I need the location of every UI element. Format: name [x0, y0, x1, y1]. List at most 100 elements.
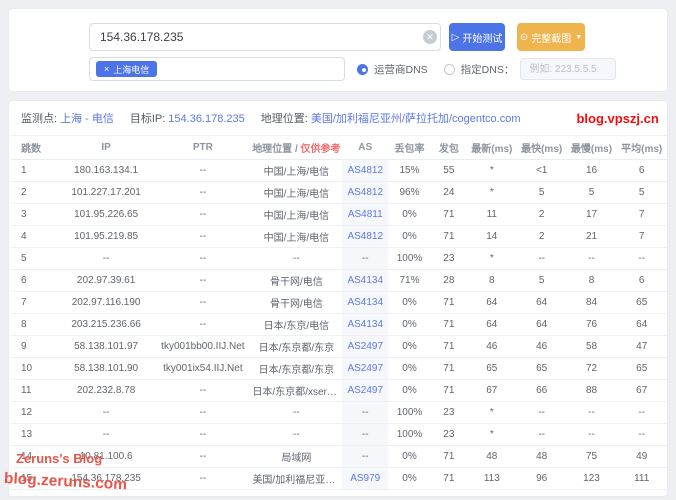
cell-latest: 64 [467, 314, 517, 336]
as-link[interactable]: AS4812 [347, 187, 383, 198]
table-row: 7202.97.116.190--骨干网/电信AS41340%716464846… [11, 292, 667, 314]
node-tag-label: 上海电信 [113, 63, 149, 76]
cell-avg: 6 [616, 160, 667, 182]
cell-latest: 113 [467, 468, 517, 490]
cell-ip: 202.232.8.78 [57, 380, 155, 402]
col-header-as: AS [342, 136, 388, 160]
full-screenshot-button[interactable]: ⊙ 完整截图 ▼ [517, 23, 585, 51]
cell-latest: 46 [467, 336, 517, 358]
cell-worst: 76 [567, 314, 617, 336]
col-header-loss: 丢包率 [388, 136, 431, 160]
as-link[interactable]: AS4811 [348, 209, 383, 220]
as-link[interactable]: AS4134 [347, 319, 383, 330]
cell-best: 66 [517, 380, 567, 402]
cell-sent: 71 [431, 204, 467, 226]
cell-best: 65 [517, 358, 567, 380]
cell-latest: * [467, 424, 517, 446]
cell-best: 64 [517, 292, 567, 314]
cell-avg: 65 [616, 292, 667, 314]
col-header-worst: 最慢(ms) [567, 136, 617, 160]
cell-sent: 55 [431, 160, 467, 182]
as-link[interactable]: AS2497 [347, 363, 383, 374]
cell-geo: 美国/加利福尼亚州/萨拉托加/cogentco.com [250, 468, 342, 490]
cell-avg: 5 [616, 182, 667, 204]
cell-ptr: -- [155, 380, 250, 402]
cell-ptr: -- [155, 204, 250, 226]
col-header-ptr: PTR [155, 136, 250, 160]
cell-worst: 8 [567, 270, 617, 292]
table-row: 958.138.101.97tky001bb00.IIJ.Net日本/东京都/东… [11, 336, 667, 358]
as-link[interactable]: AS2497 [347, 341, 383, 352]
cell-avg: 7 [616, 226, 667, 248]
table-row: 2101.227.17.201--中国/上海/电信AS481296%24*555 [11, 182, 667, 204]
cell-best: -- [517, 424, 567, 446]
cell-worst: 58 [567, 336, 617, 358]
target-input[interactable] [89, 23, 441, 51]
col-header-ip: IP [57, 136, 155, 160]
cell-worst: 123 [567, 468, 617, 490]
col-header-sent: 发包 [431, 136, 467, 160]
cell-ptr: -- [155, 182, 250, 204]
cell-as: -- [342, 424, 388, 446]
cell-sent: 71 [431, 358, 467, 380]
cell-as: AS2497 [342, 358, 388, 380]
cell-as: AS4134 [342, 292, 388, 314]
cell-geo: -- [250, 402, 342, 424]
as-link[interactable]: AS4134 [347, 297, 383, 308]
cell-hop: 3 [11, 204, 57, 226]
cell-worst: 5 [567, 182, 617, 204]
cell-geo: 中国/上海/电信 [250, 204, 342, 226]
chevron-down-icon: ▼ [575, 34, 582, 41]
radio-custom-dns-label: 指定DNS： [461, 62, 515, 77]
cell-ptr: -- [155, 402, 250, 424]
as-link[interactable]: AS2497 [347, 385, 383, 396]
cell-sent: 24 [431, 182, 467, 204]
cell-worst: 75 [567, 446, 617, 468]
cell-latest: 67 [467, 380, 517, 402]
cell-as: AS4134 [342, 270, 388, 292]
cell-loss: 100% [388, 402, 431, 424]
cell-ip: 101.227.17.201 [57, 182, 155, 204]
radio-custom-dns[interactable] [444, 64, 455, 75]
cell-best: 96 [517, 468, 567, 490]
cell-ip: 203.215.236.66 [57, 314, 155, 336]
cell-as: -- [342, 446, 388, 468]
toolbar-card: ✕ ▷ 开始测试 ⊙ 完整截图 ▼ × 上海电信 运营商DNS 指定DNS： [8, 8, 668, 92]
cell-loss: 0% [388, 336, 431, 358]
cell-best: 2 [517, 204, 567, 226]
cell-geo: 日本/东京都/东京 [250, 336, 342, 358]
as-link[interactable]: AS4812 [347, 231, 383, 242]
cell-avg: 64 [616, 314, 667, 336]
as-link[interactable]: AS4134 [347, 275, 383, 286]
cell-ip: 10.81.100.6 [57, 446, 155, 468]
table-row: 8203.215.236.66--日本/东京/电信AS41340%7164647… [11, 314, 667, 336]
table-row: 12--------100%23*------ [11, 402, 667, 424]
monitor-node-label: 监测点: [21, 113, 57, 125]
start-test-button[interactable]: ▷ 开始测试 [449, 23, 505, 51]
cell-worst: 84 [567, 292, 617, 314]
cell-best: -- [517, 402, 567, 424]
as-link[interactable]: AS4812 [347, 165, 383, 176]
cell-hop: 7 [11, 292, 57, 314]
cell-avg: -- [616, 402, 667, 424]
col-header-hop: 跳数 [11, 136, 57, 160]
cell-hop: 8 [11, 314, 57, 336]
cell-ip: -- [57, 424, 155, 446]
cell-ptr: -- [155, 314, 250, 336]
cell-loss: 0% [388, 204, 431, 226]
as-link[interactable]: AS979 [350, 473, 380, 484]
radio-isp-dns[interactable] [357, 64, 368, 75]
target-ip-value: 154.36.178.235 [168, 113, 244, 125]
cell-avg: -- [616, 424, 667, 446]
cell-avg: 7 [616, 204, 667, 226]
dns-input[interactable] [520, 58, 616, 80]
table-row: 1410.81.100.6--局域网--0%7148487549 [11, 446, 667, 468]
cell-ip: 58.138.101.90 [57, 358, 155, 380]
col-header-best: 最快(ms) [517, 136, 567, 160]
target-ip-label: 目标IP: [130, 113, 165, 125]
cell-loss: 100% [388, 248, 431, 270]
cell-avg: 111 [616, 468, 667, 490]
clear-input-icon[interactable]: ✕ [423, 30, 437, 44]
tag-close-icon[interactable]: × [104, 64, 109, 74]
col-header-avg: 平均(ms) [616, 136, 667, 160]
